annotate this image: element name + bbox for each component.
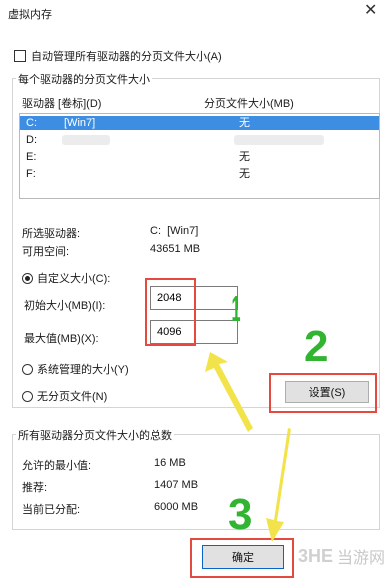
current-allocated-label: 当前已分配: [22,504,81,516]
radio-circle[interactable] [22,272,33,284]
annotation-number-1: 1 [231,288,241,329]
no-paging-label: 无分页文件(N) [37,391,108,403]
column-header-drive: 驱动器 [卷标](D) [22,98,102,110]
close-icon[interactable]: ✕ [364,3,377,19]
checkbox-box[interactable] [14,50,26,62]
no-paging-radio[interactable]: 无分页文件(N) [22,388,107,404]
radio-circle[interactable] [22,363,33,375]
blurred-label [62,135,110,145]
custom-size-radio[interactable]: 自定义大小(C): [22,270,110,286]
annotation-number-2: 2 [304,322,329,371]
min-allowed-label: 允许的最小值: [22,460,92,472]
list-item[interactable]: C: [Win7] 无 [20,116,379,130]
drive-letter: E: [26,151,37,163]
watermark-logo: 3HE [298,545,334,566]
drive-size: 无 [239,168,250,180]
annotation-box-inputs [145,278,196,346]
drive-size: 无 [239,117,250,129]
column-header-size: 分页文件大小(MB) [204,98,294,110]
custom-size-label: 自定义大小(C): [37,273,111,285]
auto-manage-checkbox[interactable]: 自动管理所有驱动器的分页文件大小(A) [14,48,222,64]
current-allocated-value: 6000 MB [154,501,199,513]
max-size-label: 最大值(MB)(X): [24,333,99,345]
drive-size: 无 [239,151,250,163]
initial-size-label: 初始大小(MB)(I): [24,300,106,312]
list-item[interactable]: E: 无 [20,150,379,164]
free-space-value: 43651 MB [150,243,201,255]
min-allowed-value: 16 MB [154,457,186,469]
annotation-box-ok [190,538,294,578]
totals-group-title: 所有驱动器分页文件大小的总数 [16,427,174,443]
annotation-number-3: 3 [228,490,253,539]
system-managed-radio[interactable]: 系统管理的大小(Y) [22,361,129,377]
drive-letter: C: [26,117,37,129]
blurred-size [234,135,324,145]
radio-circle[interactable] [22,390,33,402]
free-space-label: 可用空间: [22,246,70,258]
selected-drive-value: C: [Win7] [150,225,199,237]
auto-manage-label: 自动管理所有驱动器的分页文件大小(A) [31,51,222,63]
per-drive-group-title: 每个驱动器的分页文件大小 [16,71,152,87]
drive-list[interactable]: C: [Win7] 无 D: E: 无 F: 无 [19,113,380,199]
list-item[interactable]: F: 无 [20,167,379,181]
list-item[interactable]: D: [20,133,379,147]
drive-letter: F: [26,168,36,180]
window-title: 虚拟内存 [8,9,52,21]
recommended-value: 1407 MB [154,479,199,491]
selected-drive-label: 所选驱动器: [22,228,81,240]
annotation-box-set [269,373,377,413]
system-managed-label: 系统管理的大小(Y) [37,364,129,376]
drive-label: [Win7] [64,117,96,129]
watermark-text: 当游网 [337,550,386,567]
drive-letter: D: [26,134,37,146]
recommended-label: 推荐: [22,482,48,494]
watermark: 3HE 当游网 [298,544,385,568]
